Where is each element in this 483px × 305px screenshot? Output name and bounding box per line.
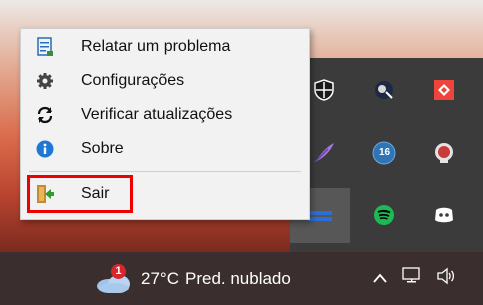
system-tray bbox=[372, 252, 456, 305]
menu-separator bbox=[29, 171, 301, 172]
menu-item-relatar-problema[interactable]: Relatar um problema bbox=[29, 32, 301, 62]
red-circle-s-icon bbox=[435, 143, 453, 163]
cloud-icon: 1 bbox=[95, 263, 133, 294]
satellite-icon bbox=[375, 81, 393, 99]
document-icon bbox=[35, 37, 55, 57]
refresh-icon bbox=[35, 105, 55, 125]
menu-item-verificar-atualizacoes[interactable]: Verificar atualizações bbox=[29, 100, 301, 130]
tray-red-s[interactable] bbox=[420, 133, 468, 173]
info-icon bbox=[35, 139, 55, 159]
discord-icon bbox=[435, 207, 453, 223]
menu-item-label: Configurações bbox=[81, 72, 185, 89]
context-menu: Relatar um problema Configurações Verifi… bbox=[20, 28, 310, 220]
tray-discord[interactable] bbox=[420, 195, 468, 235]
weather-alert-badge: 1 bbox=[111, 263, 126, 279]
menu-item-label: Verificar atualizações bbox=[81, 106, 233, 123]
tray-badge-count: 16 bbox=[379, 147, 391, 158]
blue-bar-icon bbox=[308, 210, 332, 221]
tray-anydesk[interactable] bbox=[420, 70, 468, 110]
volume-icon[interactable] bbox=[436, 267, 456, 290]
gear-icon bbox=[35, 71, 55, 91]
shield-icon bbox=[314, 79, 334, 101]
menu-item-label: Sobre bbox=[81, 140, 124, 157]
menu-item-label: Relatar um problema bbox=[81, 38, 231, 55]
tray-spotify[interactable] bbox=[360, 195, 408, 235]
weather-widget[interactable]: 1 27°C Pred. nublado bbox=[95, 252, 291, 305]
spotify-icon bbox=[374, 205, 394, 225]
tray-satellite[interactable] bbox=[360, 70, 408, 110]
feather-icon bbox=[314, 143, 334, 163]
tray-overflow-panel: 16 bbox=[290, 58, 483, 252]
weather-temperature: 27°C bbox=[141, 268, 179, 288]
network-icon[interactable] bbox=[402, 267, 422, 290]
taskbar: 1 27°C Pred. nublado bbox=[0, 252, 483, 305]
chevron-up-icon[interactable] bbox=[372, 269, 388, 289]
sair-highlight-box bbox=[27, 175, 133, 213]
menu-item-configuracoes[interactable]: Configurações bbox=[29, 66, 301, 96]
weather-condition: Pred. nublado bbox=[184, 268, 291, 288]
menu-item-sobre[interactable]: Sobre bbox=[29, 134, 301, 164]
tray-badge-16[interactable]: 16 bbox=[360, 133, 408, 173]
anydesk-icon bbox=[434, 80, 454, 100]
